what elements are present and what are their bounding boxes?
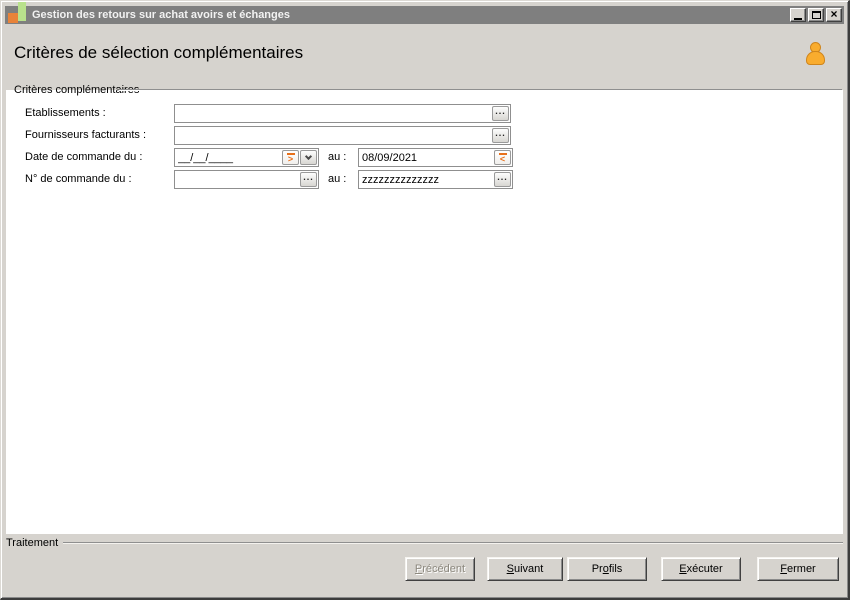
suivant-button[interactable]: Suivant [487, 557, 563, 581]
executer-button[interactable]: Exécuter [661, 557, 741, 581]
date-commande-to-input[interactable] [359, 151, 493, 164]
user-icon-body [805, 51, 825, 65]
date-from-calendar-button[interactable]: > [282, 150, 299, 165]
fournisseurs-input[interactable] [175, 129, 491, 142]
fournisseurs-label: Fournisseurs facturants : [25, 129, 147, 141]
chevron-down-icon [304, 152, 313, 160]
window-controls: × [788, 8, 842, 22]
chevron-right-icon: > [287, 153, 294, 164]
num-au-label: au : [328, 173, 347, 185]
traitement-legend: Traitement [6, 537, 59, 549]
num-commande-from-input[interactable] [175, 173, 299, 186]
window: Gestion des retours sur achat avoirs et … [0, 0, 850, 600]
num-commande-to-browse-button[interactable]: ... [494, 172, 511, 187]
app-icon [7, 2, 27, 24]
maximize-button[interactable] [808, 8, 824, 22]
date-to-calendar-button[interactable]: < [494, 150, 511, 165]
date-commande-from-field: > [174, 148, 319, 167]
user-icon[interactable] [804, 42, 826, 69]
maximize-icon [811, 11, 821, 19]
window-title: Gestion des retours sur achat avoirs et … [32, 9, 290, 21]
etablissements-field: ... [174, 104, 511, 123]
chevron-left-icon: < [499, 153, 506, 164]
fermer-button[interactable]: Fermer [757, 557, 839, 581]
precedent-button: Précédent [405, 557, 475, 581]
ellipsis-icon: ... [495, 106, 506, 116]
num-commande-to-field: ... [358, 170, 513, 189]
close-button[interactable]: × [826, 8, 842, 22]
etablissements-browse-button[interactable]: ... [492, 106, 509, 121]
date-commande-to-field: < [358, 148, 513, 167]
date-commande-label: Date de commande du : [25, 151, 143, 163]
fournisseurs-browse-button[interactable]: ... [492, 128, 509, 143]
page-title: Critères de sélection complémentaires [14, 43, 304, 62]
minimize-icon [794, 17, 802, 20]
date-au-label: au : [328, 151, 347, 163]
ellipsis-icon: ... [303, 172, 314, 182]
ellipsis-icon: ... [497, 172, 508, 182]
etablissements-input[interactable] [175, 107, 491, 120]
ellipsis-icon: ... [495, 128, 506, 138]
num-commande-from-field: ... [174, 170, 319, 189]
minimize-button[interactable] [790, 8, 806, 22]
num-commande-from-browse-button[interactable]: ... [300, 172, 317, 187]
fournisseurs-field: ... [174, 126, 511, 145]
num-commande-label: N° de commande du : [25, 173, 132, 185]
title-bar[interactable]: Gestion des retours sur achat avoirs et … [5, 2, 844, 24]
app-icon-orange-square [8, 13, 18, 23]
num-commande-to-input[interactable] [359, 173, 493, 186]
close-icon: × [830, 7, 838, 21]
etablissements-label: Etablissements : [25, 107, 106, 119]
traitement-group-line [63, 542, 843, 544]
date-commande-from-input[interactable] [175, 151, 281, 164]
criteria-group-line [119, 89, 842, 91]
profils-button[interactable]: Profils [567, 557, 647, 581]
app-icon-green-bar [18, 2, 26, 21]
date-from-dropdown-button[interactable] [300, 150, 317, 165]
